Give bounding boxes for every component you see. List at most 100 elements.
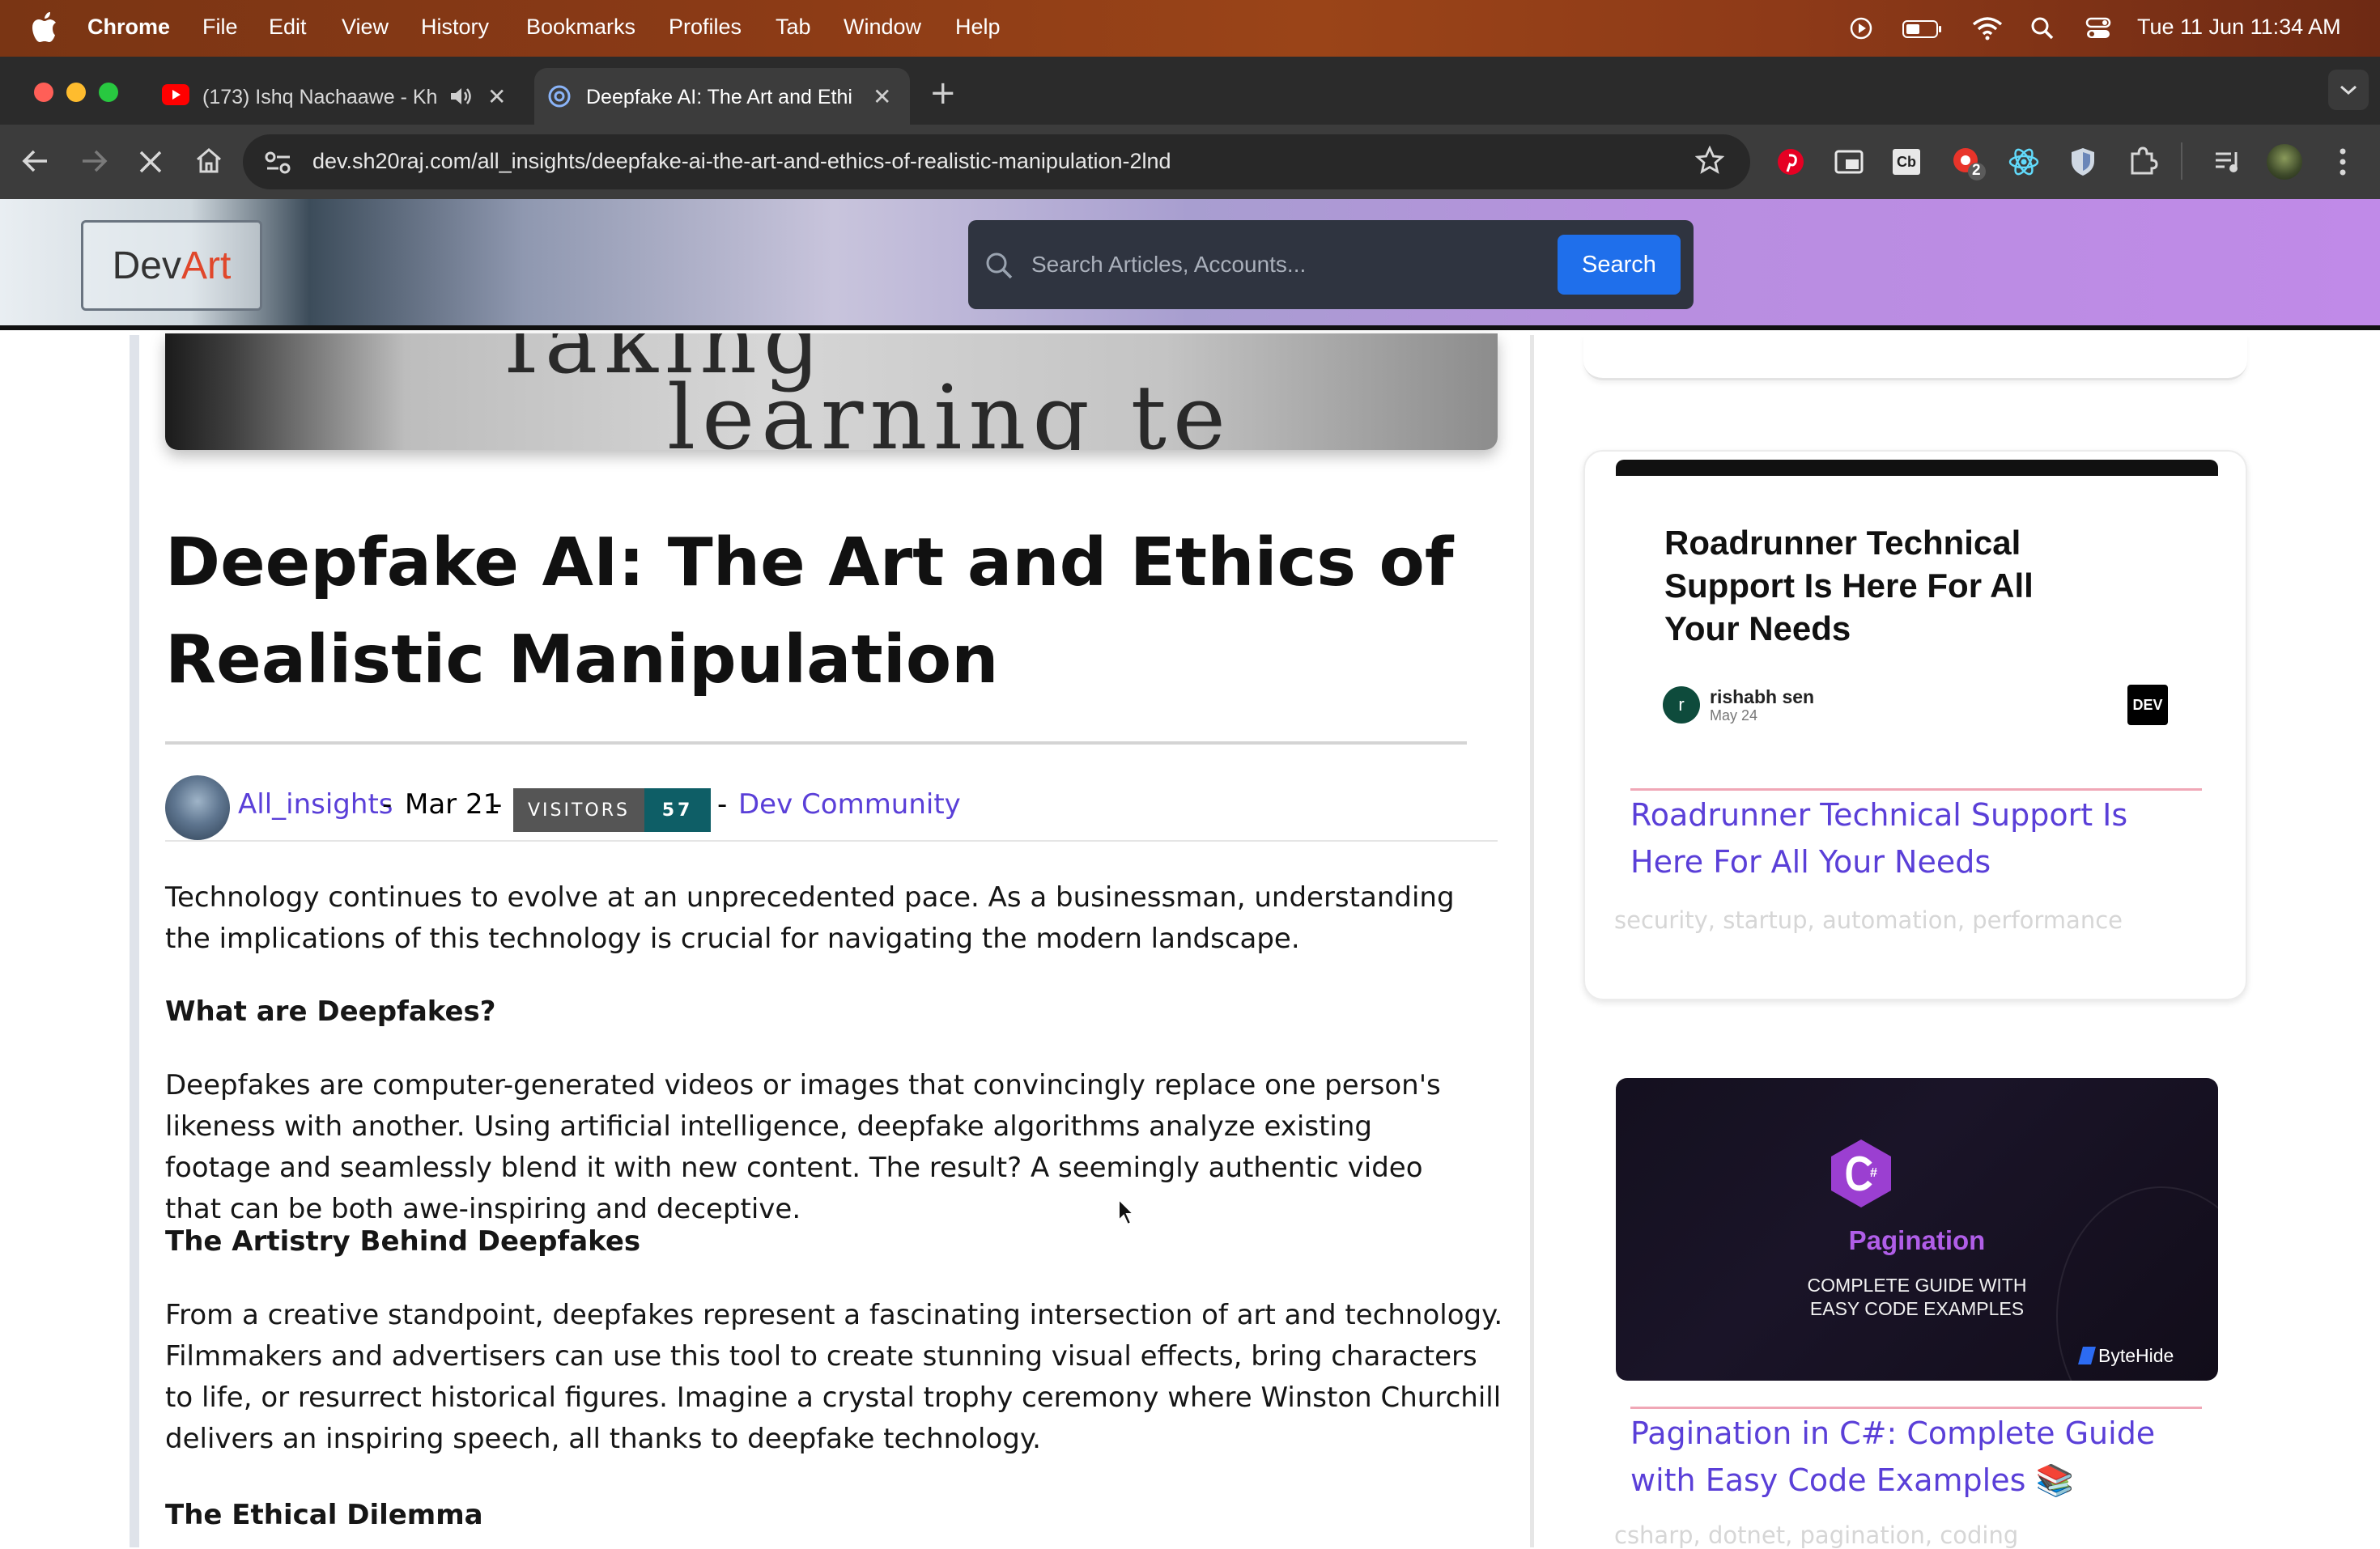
url-text[interactable]: dev.sh20raj.com/all_insights/deepfake-ai… (312, 149, 1171, 174)
meta-separator: - (382, 788, 393, 821)
svg-text:#: # (1870, 1166, 1877, 1180)
tab-title: Deepfake AI: The Art and Ethi (586, 86, 852, 108)
section-heading: The Ethical Dilemma (165, 1499, 483, 1531)
menu-history[interactable]: History (421, 15, 489, 40)
devart-logo[interactable]: Dev Art (81, 220, 262, 311)
battery-icon[interactable] (1902, 19, 1943, 39)
preview-date: May 24 (1710, 707, 1758, 724)
window-close-button[interactable] (34, 83, 53, 102)
back-arrow-icon[interactable] (21, 147, 50, 175)
bytehide-text: ByteHide (2098, 1345, 2174, 1366)
community-link[interactable]: Dev Community (738, 788, 961, 821)
tab-search-button[interactable] (2328, 70, 2369, 110)
picture-in-picture-extension-icon[interactable] (1834, 149, 1864, 175)
new-tab-button[interactable]: + (929, 74, 957, 112)
control-center-icon[interactable] (2085, 16, 2111, 40)
card-tags: security, startup, automation, performan… (1614, 906, 2123, 934)
column-divider (1530, 335, 1534, 1547)
menu-bar-clock[interactable]: Tue 11 Jun 11:34 AM (2137, 15, 2341, 40)
cb-extension-icon[interactable]: Cb (1893, 149, 1920, 175)
preview-author-avatar: r (1663, 686, 1700, 724)
window-minimize-button[interactable] (66, 83, 86, 102)
preview-subtitle-line: COMPLETE GUIDE WITH (1807, 1275, 2027, 1296)
stop-loading-icon[interactable] (138, 149, 164, 175)
notification-extension-icon[interactable] (1951, 146, 1987, 181)
menu-window[interactable]: Window (844, 15, 921, 40)
tab-youtube[interactable]: (173) Ishq Nachaawe - Kh ✕ (149, 68, 529, 125)
youtube-icon (162, 84, 189, 105)
pinterest-extension-icon[interactable] (1776, 147, 1805, 176)
bookmark-star-icon[interactable] (1695, 146, 1724, 175)
section-heading: The Artistry Behind Deepfakes (165, 1225, 641, 1258)
meta-separator: - (717, 788, 728, 821)
card-title-link[interactable]: Pagination in C#: Complete Guide with Ea… (1630, 1410, 2197, 1504)
article-intro: Technology continues to evolve at an unp… (165, 881, 1455, 955)
menu-file[interactable]: File (202, 15, 238, 40)
preview-subtitle-line: EASY CODE EXAMPLES (1809, 1298, 2025, 1319)
forward-arrow-icon[interactable] (79, 147, 108, 175)
extensions-puzzle-icon[interactable] (2127, 146, 2158, 176)
search-button[interactable]: Search (1558, 235, 1681, 295)
close-icon[interactable]: ✕ (873, 83, 891, 110)
menu-edit[interactable]: Edit (269, 15, 307, 40)
media-controls-icon[interactable] (2213, 149, 2242, 175)
card-title-link[interactable]: Roadrunner Technical Support Is Here For… (1630, 791, 2197, 885)
site-settings-icon[interactable] (264, 149, 293, 176)
home-icon[interactable] (194, 146, 223, 175)
tab-deepfake-article[interactable]: Deepfake AI: The Art and Ethi ✕ (534, 68, 910, 125)
author-link[interactable]: All_insights (238, 788, 393, 821)
preview-topbar (1616, 460, 2218, 476)
menu-app-name[interactable]: Chrome (87, 15, 170, 40)
meta-separator: - (492, 788, 503, 821)
preview-heading: Roadrunner Technical Support Is Here For… (1664, 524, 2034, 647)
dev-logo-icon: DEV (2127, 685, 2168, 725)
preview-title: Pagination (1848, 1225, 1986, 1255)
macos-menu-bar: Chrome File Edit View History Bookmarks … (0, 0, 2380, 57)
sidebar-card-previous (1583, 335, 2247, 380)
author-avatar[interactable] (165, 775, 230, 840)
play-icon[interactable] (1849, 16, 1873, 40)
publish-date: Mar 21 (405, 788, 501, 821)
wifi-icon[interactable] (1972, 16, 2003, 40)
visitors-badge-count: 57 (644, 788, 711, 832)
preview-subtitle: COMPLETE GUIDE WITH EASY CODE EXAMPLES (1616, 1274, 2218, 1321)
csharp-logo-icon: # (1831, 1139, 1891, 1207)
site-favicon-icon (548, 85, 571, 108)
react-devtools-icon[interactable] (2008, 146, 2040, 178)
more-options-icon[interactable] (2336, 146, 2349, 178)
apple-icon[interactable] (31, 11, 58, 44)
menu-tab[interactable]: Tab (776, 15, 811, 40)
menu-help[interactable]: Help (955, 15, 1001, 40)
menu-bookmarks[interactable]: Bookmarks (526, 15, 635, 40)
card-divider (1630, 788, 2202, 791)
window-zoom-button[interactable] (99, 83, 118, 102)
title-divider (165, 741, 1467, 745)
card-divider (1630, 1407, 2202, 1409)
visitors-badge-label: VISITORS (513, 788, 644, 832)
toolbar-divider (2181, 142, 2182, 180)
shield-extension-icon[interactable] (2069, 146, 2097, 178)
extension-badge: 2 (1972, 162, 1981, 179)
article-title: Deepfake AI: The Art and Ethics of Reali… (165, 524, 1454, 698)
bytehide-mark-icon (2078, 1347, 2096, 1364)
search-icon (986, 253, 1013, 279)
menu-profiles[interactable]: Profiles (669, 15, 742, 40)
tab-title: (173) Ishq Nachaawe - Kh (202, 86, 438, 108)
profile-avatar[interactable] (2267, 144, 2302, 180)
card-tags: csharp, dotnet, pagination, coding (1614, 1521, 2019, 1549)
section-paragraph: From a creative standpoint, deepfakes re… (165, 1299, 1503, 1455)
search-input[interactable] (1031, 244, 1533, 285)
left-gutter (130, 335, 139, 1547)
chevron-down-icon (2340, 85, 2357, 95)
logo-dev-text: Dev (112, 244, 181, 287)
close-icon[interactable]: ✕ (487, 83, 506, 110)
preview-author-name: rishabh sen (1710, 686, 1815, 707)
section-heading: What are Deepfakes? (165, 995, 496, 1028)
speaker-icon[interactable] (448, 86, 473, 107)
menu-view[interactable]: View (342, 15, 389, 40)
cover-text-line2: learning te (667, 366, 1232, 450)
spotlight-search-icon[interactable] (2030, 16, 2055, 40)
meta-divider (165, 840, 1498, 842)
logo-art-text: Art (181, 244, 232, 287)
article-cover-image: faking learning te (165, 333, 1498, 450)
